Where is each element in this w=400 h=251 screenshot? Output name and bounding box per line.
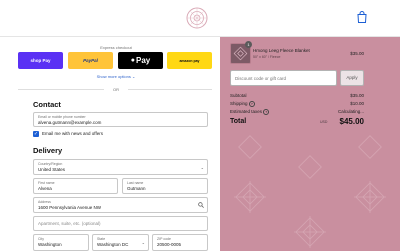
checkout-header [0, 0, 400, 37]
address-field[interactable]: Address 1600 Pennsylvania Avenue NW [33, 197, 208, 213]
subtotal-value: $35.00 [350, 93, 364, 98]
email-label: Email or mobile phone number [38, 115, 86, 119]
or-divider-left [18, 89, 104, 90]
state-label: State [97, 237, 106, 241]
product-variant: 50" x 60" / Fleece [253, 55, 281, 59]
country-label: Country/Region [38, 162, 63, 166]
country-select[interactable]: Country/Region United States ⌄ [33, 159, 208, 175]
shopping-bag-icon[interactable] [357, 11, 367, 23]
contact-title: Contact [33, 100, 61, 109]
info-icon[interactable]: ? [263, 109, 270, 115]
apple-pay-label: Pay [136, 56, 151, 65]
express-checkout-title: Express checkout [100, 45, 132, 50]
apartment-field[interactable]: Apartment, suite, etc. (optional) [33, 216, 208, 231]
amazon-pay-button[interactable]: amazon pay [167, 52, 212, 69]
city-field[interactable]: City Washington [33, 234, 89, 251]
subtotal-label: Subtotal [230, 93, 247, 98]
state-value: Washington DC [97, 242, 129, 247]
zip-label: ZIP code [157, 237, 171, 241]
first-name-value: Alvena [38, 186, 52, 191]
email-field[interactable]: Email or mobile phone number alvena.gutm… [33, 112, 208, 127]
address-label: Address [38, 200, 51, 204]
total-value: $45.00 [339, 117, 364, 126]
state-select[interactable]: State Washington DC ⌄ [92, 234, 149, 251]
email-value: alvena.gutmann@example.com [38, 120, 102, 125]
zip-field[interactable]: ZIP code 20500-0005 [152, 234, 208, 251]
delivery-title: Delivery [33, 146, 63, 155]
country-value: United States [38, 167, 66, 172]
store-logo[interactable] [186, 7, 208, 29]
apple-icon: ● [130, 57, 135, 64]
shop-pay-button[interactable]: shop Pay [18, 52, 63, 69]
shipping-value: $10.00 [350, 101, 364, 106]
zip-value: 20500-0005 [157, 242, 182, 247]
apply-discount-button[interactable]: Apply [340, 70, 364, 86]
apple-pay-button[interactable]: ● Pay [118, 52, 163, 69]
last-name-field[interactable]: Last name Gutmann [122, 178, 208, 194]
show-more-options-link[interactable]: Show more options ⌄ [0, 74, 232, 79]
estimated-taxes-label: Estimated taxes ? [230, 109, 270, 115]
city-value: Washington [38, 242, 62, 247]
first-name-label: First name [38, 181, 55, 185]
shipping-label: Shipping ? [230, 101, 255, 107]
chevron-down-icon: ⌄ [200, 165, 204, 170]
product-price: $35.00 [350, 51, 364, 56]
address-value: 1600 Pennsylvania Avenue NW [38, 205, 101, 210]
or-divider-right [128, 89, 212, 90]
shipping-label-text: Shipping [230, 101, 248, 107]
paypal-button[interactable]: PayPal [68, 52, 113, 69]
news-offers-label: Email me with news and offers [42, 131, 103, 136]
last-name-value: Gutmann [127, 186, 146, 191]
search-icon [198, 202, 204, 208]
city-label: City [38, 237, 45, 241]
quantity-badge: 1 [245, 41, 252, 48]
apartment-placeholder: Apartment, suite, etc. (optional) [38, 221, 101, 226]
estimated-taxes-value: Calculating... [337, 109, 364, 114]
last-name-label: Last name [127, 181, 144, 185]
first-name-field[interactable]: First name Alvena [33, 178, 118, 194]
total-label: Total [230, 118, 247, 125]
chevron-down-icon: ⌄ [141, 240, 145, 245]
or-divider-label: OR [113, 87, 119, 92]
estimated-taxes-text: Estimated taxes [230, 109, 263, 115]
discount-code-input[interactable]: Discount code or gift card [230, 70, 337, 86]
info-icon[interactable]: ? [248, 101, 255, 107]
news-offers-checkbox[interactable]: ✓ [33, 131, 39, 137]
product-name: Hmong Leeg Fleece Blanket [253, 48, 310, 53]
